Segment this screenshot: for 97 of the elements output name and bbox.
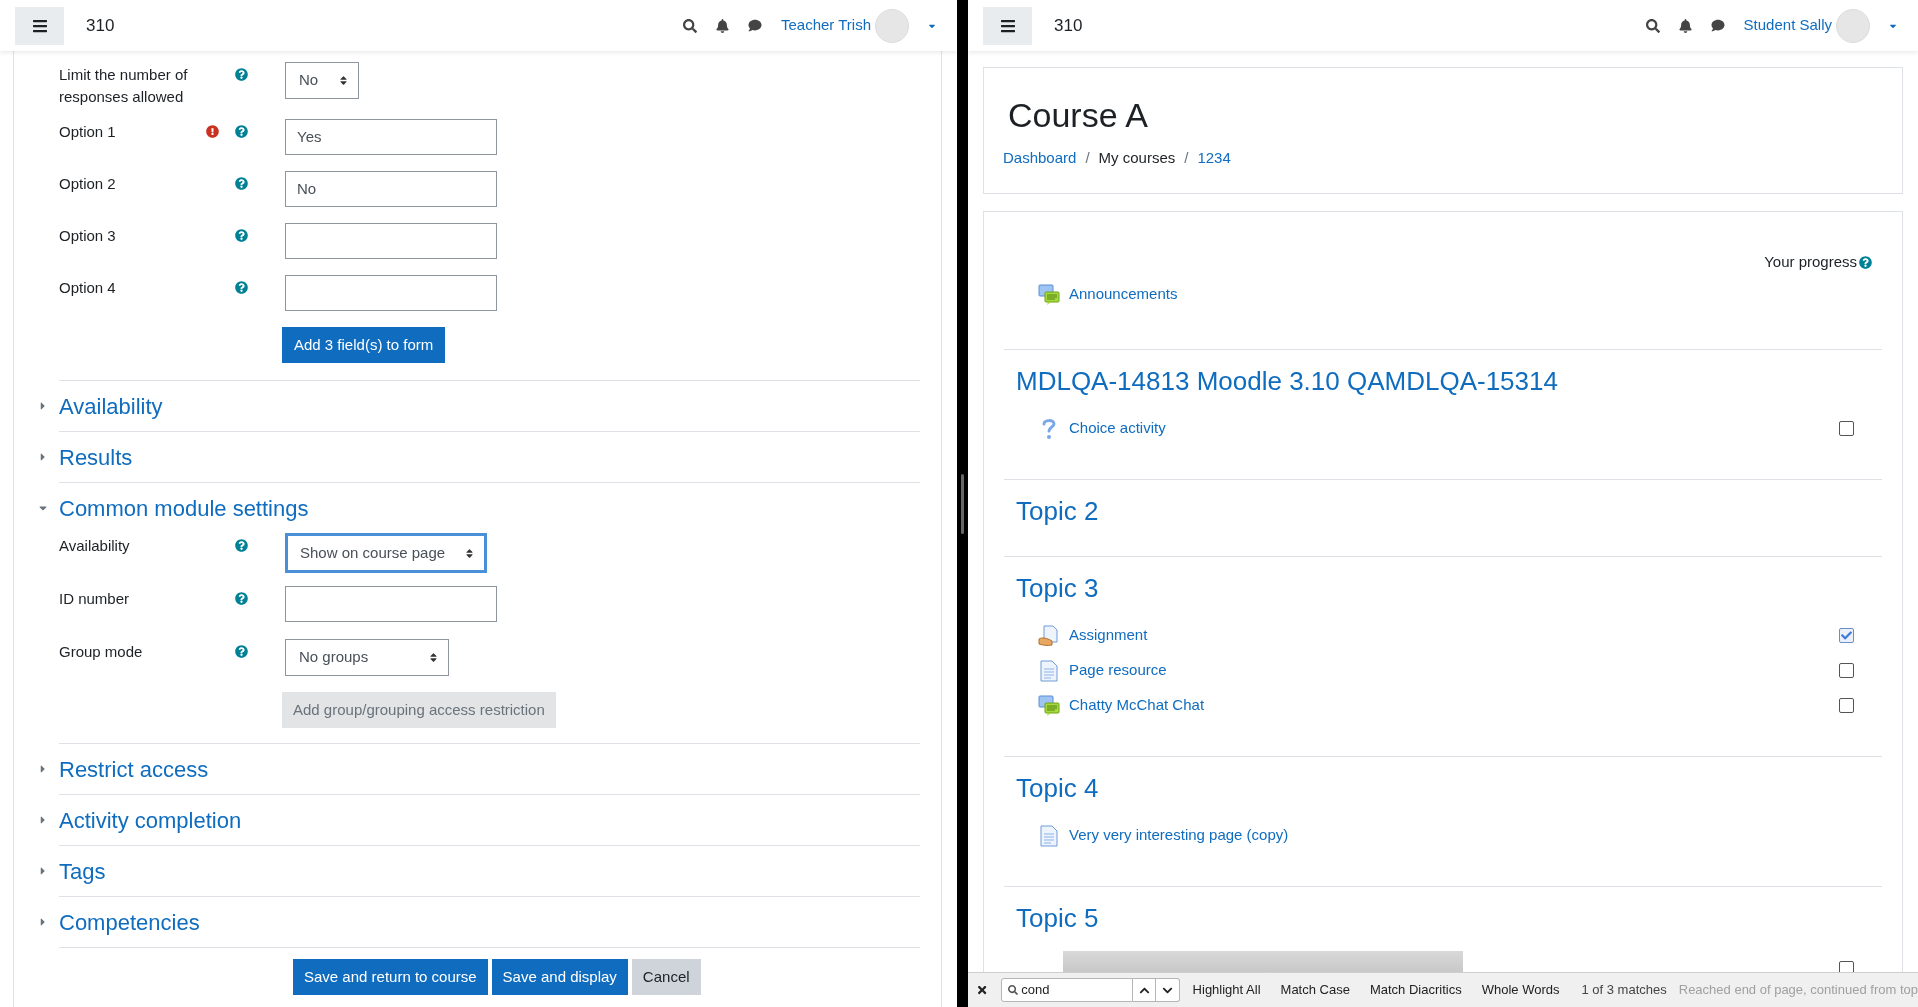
document-icon	[1038, 659, 1060, 682]
site-name: 310	[1054, 14, 1083, 37]
help-icon[interactable]	[235, 177, 248, 190]
field-label: ID number	[59, 589, 131, 609]
find-option-button[interactable]: Match Diacritics	[1369, 980, 1462, 1000]
section-heading[interactable]: Competencies	[59, 905, 200, 939]
activity-link[interactable]: Assignment	[1069, 624, 1148, 647]
add-fields-button[interactable]: Add 3 field(s) to form	[282, 327, 446, 363]
section-title[interactable]: MDLQA-14813 Moodle 3.10 QAMDLQA-15314	[1004, 364, 1882, 398]
text-field[interactable]	[285, 586, 497, 622]
text-field[interactable]: Yes	[285, 119, 497, 155]
search-icon[interactable]	[682, 18, 697, 33]
section-title[interactable]: Topic 5	[1004, 901, 1882, 935]
section-title[interactable]: Topic 4	[1004, 771, 1882, 805]
section-heading[interactable]: Restrict access	[59, 752, 209, 786]
field-label: Option 2	[59, 174, 117, 194]
completion-checkbox[interactable]	[1839, 961, 1854, 972]
sort-arrows-icon	[429, 652, 438, 663]
split-handle[interactable]	[961, 473, 964, 534]
field-label: Option 3	[59, 226, 117, 246]
field-label: Availability	[59, 536, 131, 556]
user-menu-link[interactable]: Teacher Trish	[780, 14, 871, 37]
search-icon[interactable]	[1645, 18, 1660, 33]
chat-bubbles-icon	[1038, 694, 1060, 717]
help-icon[interactable]	[235, 645, 248, 658]
select-field[interactable]: No	[285, 62, 359, 99]
section-heading[interactable]: Availability	[59, 389, 163, 423]
activity-link[interactable]: Very very interesting page (copy)	[1069, 824, 1289, 847]
bell-icon[interactable]	[715, 18, 729, 33]
select-field[interactable]: Show on course page	[285, 533, 487, 573]
text-field[interactable]: No	[285, 171, 497, 207]
help-icon[interactable]	[235, 539, 248, 552]
find-status: Reached end of page, continued from top	[1678, 981, 1918, 1000]
check-icon	[1841, 630, 1852, 641]
help-icon[interactable]	[235, 281, 248, 294]
form-button[interactable]: Save and return to course	[293, 959, 488, 995]
find-option-button[interactable]: Highlight All	[1192, 980, 1261, 1000]
breadcrumb-link[interactable]: Dashboard	[1003, 147, 1077, 170]
chat-icon[interactable]	[747, 19, 762, 32]
previous-match-button[interactable]	[1133, 978, 1157, 1002]
help-icon[interactable]	[235, 229, 248, 242]
site-name: 310	[86, 14, 115, 37]
match-count: 1 of 3 matches	[1581, 981, 1667, 1000]
section-heading[interactable]: Activity completion	[59, 803, 242, 837]
activity-link[interactable]: Page resource	[1069, 659, 1167, 682]
progress-label: Your progress	[1764, 251, 1857, 272]
section-heading[interactable]: Tags	[59, 854, 106, 888]
section-title[interactable]: Topic 3	[1004, 571, 1882, 605]
field-label: Option 4	[59, 278, 117, 298]
text-field[interactable]	[285, 223, 497, 259]
bell-icon[interactable]	[1678, 18, 1692, 33]
breadcrumb-link[interactable]: 1234	[1197, 147, 1231, 170]
completion-checkbox[interactable]	[1839, 663, 1854, 678]
breadcrumb-text: My courses	[1098, 148, 1176, 168]
activity-link[interactable]: Announcements	[1069, 283, 1178, 306]
close-icon[interactable]	[977, 984, 988, 996]
sort-arrows-icon	[339, 75, 348, 86]
help-icon[interactable]	[1859, 255, 1872, 269]
form-button[interactable]: Save and display	[491, 959, 628, 995]
document-hand-icon	[1038, 624, 1060, 647]
question-mark-icon	[1042, 417, 1056, 440]
completion-checkbox[interactable]	[1839, 421, 1854, 436]
avatar	[1836, 8, 1870, 43]
chat-bubbles-icon	[1038, 283, 1060, 306]
document-icon	[1038, 824, 1060, 847]
chat-icon[interactable]	[1710, 19, 1725, 32]
form-button[interactable]: Cancel	[631, 959, 701, 995]
help-icon[interactable]	[235, 68, 248, 81]
select-field[interactable]: No groups	[285, 639, 449, 676]
find-option-button[interactable]: Match Case	[1280, 980, 1350, 1000]
field-label: Limit the number of responses allowed	[59, 65, 189, 107]
completion-checkbox[interactable]	[1839, 628, 1854, 643]
next-match-button[interactable]	[1156, 978, 1180, 1002]
text-field[interactable]	[285, 275, 497, 311]
menu-icon	[31, 17, 48, 34]
section-heading[interactable]: Common module settings	[59, 491, 309, 525]
completion-checkbox[interactable]	[1839, 698, 1854, 713]
menu-button[interactable]	[983, 6, 1032, 45]
help-icon[interactable]	[235, 125, 248, 138]
sort-arrows-icon	[465, 547, 474, 559]
search-icon	[1008, 985, 1019, 995]
find-input[interactable]: cond	[1001, 978, 1134, 1002]
menu-button[interactable]	[15, 6, 64, 45]
activity-link[interactable]: Choice activity	[1069, 417, 1166, 440]
section-heading[interactable]: Results	[59, 440, 133, 474]
course-title: Course A	[1008, 95, 1149, 135]
breadcrumb-separator: /	[1184, 148, 1189, 168]
avatar	[875, 8, 909, 43]
menu-icon	[999, 17, 1016, 34]
help-icon[interactable]	[235, 592, 248, 605]
breadcrumb-separator: /	[1085, 148, 1090, 168]
activity-link[interactable]: Chatty McChat Chat	[1069, 694, 1205, 717]
find-option-button[interactable]: Whole Words	[1481, 980, 1560, 1000]
section-title[interactable]: Topic 2	[1004, 494, 1882, 528]
user-menu-link[interactable]: Student Sally	[1743, 14, 1832, 37]
field-label: Option 1	[59, 122, 117, 142]
field-label: Group mode	[59, 642, 144, 662]
